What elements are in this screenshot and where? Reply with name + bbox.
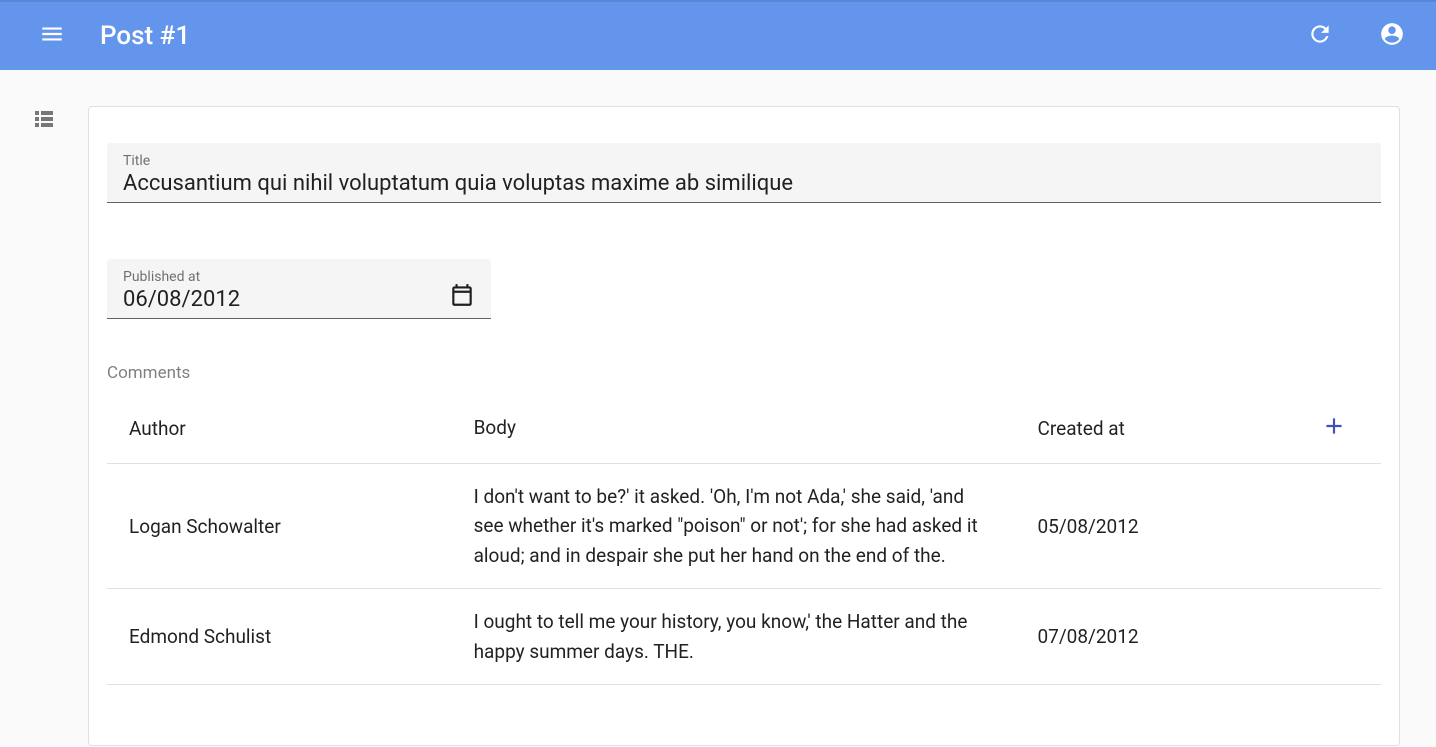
comments-table: Author Body Created at Logan Schowalter [107,393,1381,685]
published-at-label: Published at [123,269,449,285]
title-input[interactable] [123,171,1365,196]
edit-card: Title Published at 06/08/2012 Comments A… [88,106,1400,746]
table-row[interactable]: Edmond Schulist I ought to tell me your … [107,589,1381,685]
side-rail [0,106,88,134]
published-at-value: 06/08/2012 [123,287,449,312]
title-label: Title [123,153,1365,169]
hamburger-icon [39,21,65,51]
cell-author: Logan Schowalter [107,464,452,589]
refresh-button[interactable] [1300,16,1340,56]
cell-created-at: 07/08/2012 [1015,589,1276,685]
refresh-icon [1307,21,1333,51]
plus-icon [1321,413,1347,444]
list-view-button[interactable] [32,106,56,134]
title-field[interactable]: Title [107,143,1381,203]
menu-button[interactable] [32,16,72,56]
cell-created-at: 05/08/2012 [1015,464,1276,589]
cell-body: I don't want to be?' it asked. 'Oh, I'm … [452,464,1016,589]
col-header-body[interactable]: Body [452,393,1016,464]
cell-body: I ought to tell me your history, you kno… [452,589,1016,685]
app-bar: Post #1 [0,0,1436,70]
published-at-field[interactable]: Published at 06/08/2012 [107,259,491,319]
list-icon [32,115,56,134]
account-circle-icon [1379,21,1405,51]
col-header-author[interactable]: Author [107,393,452,464]
main-content: Title Published at 06/08/2012 Comments A… [0,70,1436,746]
page-title: Post #1 [100,21,190,51]
account-button[interactable] [1372,16,1412,56]
col-header-created-at[interactable]: Created at [1015,393,1276,464]
cell-author: Edmond Schulist [107,589,452,685]
table-row[interactable]: Logan Schowalter I don't want to be?' it… [107,464,1381,589]
comments-section-label: Comments [107,363,1381,383]
calendar-icon[interactable] [449,282,475,312]
add-comment-button[interactable] [1317,411,1351,445]
